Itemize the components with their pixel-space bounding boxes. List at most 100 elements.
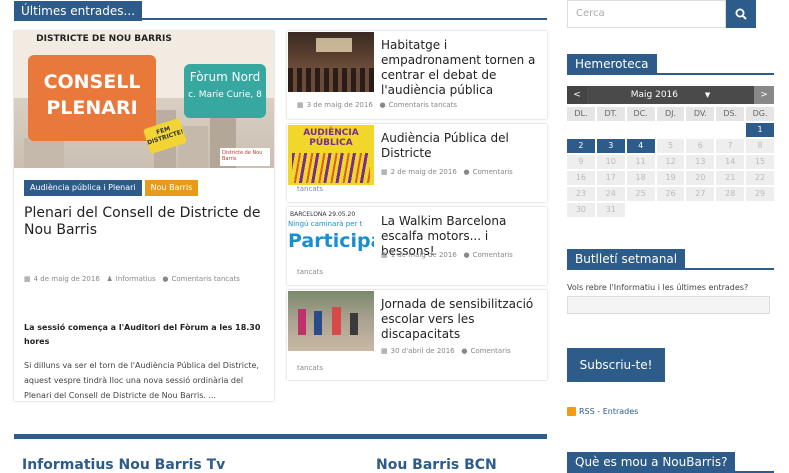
calendar-day[interactable]: 4 <box>626 139 655 153</box>
calendar-icon: ▦ <box>297 101 304 109</box>
calendar-icon: ▦ <box>381 168 388 176</box>
comment-icon: ● <box>463 251 470 259</box>
rss-link[interactable]: RSS - Entrades <box>567 407 638 416</box>
section-divider <box>14 434 547 439</box>
calendar-day: 7 <box>716 139 745 153</box>
calendar-day: 6 <box>686 139 715 153</box>
tag-nou-barris[interactable]: Nou Barris <box>144 180 199 196</box>
newsletter-widget-header: Butlletí setmanal <box>567 248 774 270</box>
calendar-day: 20 <box>686 171 715 185</box>
post-thumbnail[interactable]: AUDIÈNCIA PÚBLICA <box>288 125 374 185</box>
search-button[interactable] <box>726 0 756 28</box>
post-date[interactable]: 1 de maig de 2016 <box>391 251 457 259</box>
post-date[interactable]: 3 de maig de 2016 <box>307 101 373 109</box>
post-meta: ▦ 2 de maig de 2016 ● Comentaris <box>381 167 541 177</box>
post-date[interactable]: 2 de maig de 2016 <box>391 168 457 176</box>
prev-month-button[interactable]: < <box>567 86 587 104</box>
calendar-day[interactable]: 3 <box>596 139 625 153</box>
section-title: Últimes entrades... <box>14 1 142 21</box>
calendar-nav: < Maig 2016 ▼ > <box>567 86 774 104</box>
calendar-day: 8 <box>746 139 774 153</box>
subscribe-button[interactable]: Subscriu-te! <box>567 348 665 382</box>
forum-card: Fòrum Nord c. Marie Curie, 8 <box>184 64 266 118</box>
thumb-text-3: Participa <box>288 230 374 252</box>
calendar-day: 15 <box>746 155 774 169</box>
calendar-icon: ▦ <box>24 275 31 283</box>
post-thumbnail[interactable] <box>288 291 374 351</box>
featured-post: DISTRICTE DE NOU BARRIS CONSELL PLENARI … <box>14 31 274 401</box>
weekday-header: DT. <box>596 107 625 121</box>
calendar-day: 13 <box>686 155 715 169</box>
featured-title[interactable]: Plenari del Consell de Districte de Nou … <box>24 205 264 239</box>
calendar-day: 5 <box>656 139 685 153</box>
calendar-day: 14 <box>716 155 745 169</box>
calendar-day: 25 <box>626 187 655 201</box>
post-meta-wrap: tancats <box>297 268 324 276</box>
post-meta: ▦ 3 de maig de 2016 ● Comentaris tancats <box>297 100 537 110</box>
post-date[interactable]: 30 d'abril de 2016 <box>391 347 455 355</box>
calendar-empty-cell <box>627 123 655 137</box>
post-meta: ▦ 1 de maig de 2016 ● Comentaris <box>381 250 541 260</box>
image-heading: DISTRICTE DE NOU BARRIS <box>36 34 172 44</box>
bcn-section-title[interactable]: Nou Barris BCN <box>376 457 497 473</box>
post-comments: Comentaris <box>470 347 511 355</box>
calendar-empty-cell <box>627 203 655 217</box>
newsletter-title: Butlletí setmanal <box>567 249 686 269</box>
post-meta-wrap: tancats <box>297 185 324 193</box>
list-item: Jornada de sensibilització escolar vers … <box>287 290 547 380</box>
post-comments: Comentaris <box>472 168 513 176</box>
calendar-day: 30 <box>567 203 595 217</box>
list-item: Habitatge i empadronament tornen a centr… <box>287 31 547 119</box>
tag-list: Audiència pública i Plenari Nou Barris <box>24 180 199 196</box>
page: Últimes entrades... DISTRICTE DE NOU BAR… <box>0 0 789 473</box>
calendar-day: 18 <box>626 171 655 185</box>
list-item: AUDIÈNCIA PÚBLICA Audiència Pública del … <box>287 124 547 202</box>
comment-icon: ● <box>162 275 169 283</box>
search-icon <box>735 8 747 20</box>
calendar-empty-cell <box>686 123 714 137</box>
calendar-day: 19 <box>656 171 685 185</box>
calendar-empty-cell <box>597 123 625 137</box>
calendar-day: 22 <box>746 171 774 185</box>
calendar-empty-cell <box>567 123 595 137</box>
featured-image[interactable]: DISTRICTE DE NOU BARRIS CONSELL PLENARI … <box>14 31 274 168</box>
email-field[interactable] <box>567 296 770 314</box>
comment-icon: ● <box>461 347 468 355</box>
calendar-empty-cell <box>657 123 685 137</box>
featured-meta: ▦ 4 de maig de 2016 ♟ Informatius ● Comenta… <box>24 274 264 284</box>
calendar-day: 17 <box>596 171 625 185</box>
weekday-header: DC. <box>626 107 655 121</box>
calendar-empty-cell <box>657 203 685 217</box>
month-select[interactable]: Maig 2016 ▼ <box>587 86 754 104</box>
archive-title: Hemeroteca <box>567 54 657 74</box>
post-title[interactable]: Jornada de sensibilització escolar vers … <box>381 297 541 342</box>
post-comments: Comentaris tancats <box>171 275 240 283</box>
tag-audiencia[interactable]: Audiència pública i Plenari <box>24 180 142 196</box>
calendar-day[interactable]: 1 <box>746 123 774 137</box>
post-title[interactable]: Habitatge i empadronament tornen a centr… <box>381 38 541 98</box>
comment-icon: ● <box>379 101 386 109</box>
weekday-header: DG. <box>746 107 774 121</box>
thumb-text-1: AUDIÈNCIA <box>303 128 359 138</box>
post-thumbnail[interactable]: BARCELONA 29.05.20 Ningú caminarà per t … <box>288 208 374 268</box>
calendar-day: 16 <box>567 171 595 185</box>
calendar-day: 11 <box>626 155 655 169</box>
post-meta: ▦ 30 d'abril de 2016 ● Comentaris <box>381 346 541 356</box>
thumb-text-2: PÚBLICA <box>309 138 353 148</box>
search-input[interactable]: Cerca <box>567 0 726 28</box>
forum-name: Fòrum Nord <box>189 70 261 84</box>
calendar-day[interactable]: 2 <box>567 139 595 153</box>
next-month-button[interactable]: > <box>754 86 774 104</box>
tv-section-title[interactable]: Informatius Nou Barris Tv <box>22 457 225 473</box>
calendar-empty-cell <box>686 203 714 217</box>
comment-icon: ● <box>463 168 470 176</box>
post-title[interactable]: Audiència Pública del Districte <box>381 131 541 161</box>
post-thumbnail[interactable] <box>288 32 374 92</box>
calendar-day: 9 <box>567 155 595 169</box>
weekday-header: DV. <box>686 107 715 121</box>
post-date[interactable]: 4 de maig de 2016 <box>34 275 100 283</box>
calendar-day: 27 <box>686 187 715 201</box>
forum-address: c. Marie Curie, 8 <box>188 90 262 100</box>
calendar-day: 29 <box>746 187 774 201</box>
post-author[interactable]: Informatius <box>116 275 156 283</box>
